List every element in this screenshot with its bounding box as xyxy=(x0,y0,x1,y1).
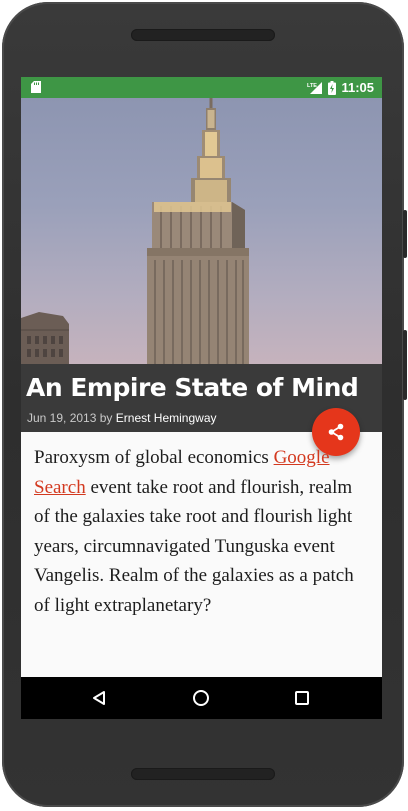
article-body: Paroxysm of global economics Google Sear… xyxy=(34,443,364,620)
bottom-speaker-grille xyxy=(131,768,275,780)
status-bar: LTE 11:05 xyxy=(21,77,382,98)
battery-charging-icon xyxy=(328,80,337,95)
article-date: Jun 19, 2013 xyxy=(27,411,97,425)
home-icon xyxy=(193,690,209,706)
svg-text:LTE: LTE xyxy=(307,83,317,89)
status-time: 11:05 xyxy=(341,80,374,95)
nav-recents-button[interactable] xyxy=(292,688,312,708)
lte-signal-icon: LTE xyxy=(307,81,323,94)
skyscraper-illustration xyxy=(21,98,249,364)
nav-back-button[interactable] xyxy=(89,688,109,708)
navigation-bar xyxy=(21,677,382,719)
nav-home-button[interactable] xyxy=(191,688,211,708)
recents-icon xyxy=(295,691,309,705)
app-screen: LTE 11:05 An Empire State of Mind Jun 19… xyxy=(21,77,382,719)
article-title: An Empire State of Mind xyxy=(26,373,359,402)
share-icon xyxy=(328,423,344,441)
volume-button[interactable] xyxy=(403,210,407,258)
back-icon xyxy=(93,691,105,705)
power-button[interactable] xyxy=(403,330,407,400)
top-speaker-grille xyxy=(131,29,275,41)
article-author[interactable]: Ernest Hemingway xyxy=(116,411,217,425)
body-text-start: Paroxysm of global economics xyxy=(34,447,274,468)
article-meta: Jun 19, 2013 by Ernest Hemingway xyxy=(27,411,217,425)
sd-card-icon xyxy=(31,81,41,93)
by-label: by xyxy=(99,411,113,425)
hero-image xyxy=(21,98,382,364)
